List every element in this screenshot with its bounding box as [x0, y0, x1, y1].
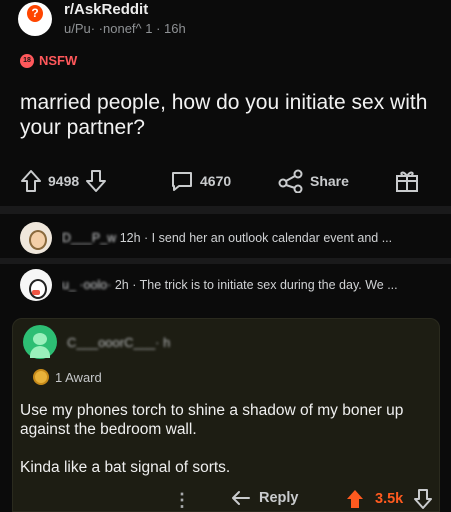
share-button[interactable]: Share — [278, 166, 349, 196]
comment-time: 12h — [119, 231, 141, 245]
comment-username[interactable]: C___ooorC___· h — [67, 335, 170, 350]
comment-action-bar: ⋮ Reply 3.5k — [13, 487, 441, 512]
subreddit-icon[interactable]: ? — [18, 2, 52, 36]
comment-preview-text: D___P_w 12h · I send her an outlook cale… — [62, 231, 392, 245]
divider — [0, 258, 451, 264]
share-icon — [278, 169, 303, 193]
award-badge[interactable]: 1 Award — [33, 369, 102, 385]
post-action-bar: 9498 4670 Share — [20, 166, 430, 196]
upvote-filled-icon[interactable] — [345, 488, 365, 510]
comments-button[interactable]: 4670 — [170, 166, 231, 196]
avatar[interactable] — [23, 325, 57, 359]
nsfw-label: NSFW — [39, 53, 78, 68]
downvote-icon[interactable] — [413, 488, 433, 510]
comment-count: 4670 — [200, 173, 232, 189]
more-options-icon[interactable]: ⋮ — [173, 490, 191, 511]
comment-score: 3.5k — [375, 491, 404, 507]
downvote-icon[interactable] — [85, 169, 107, 193]
nsfw-tag: 18 NSFW — [20, 53, 77, 68]
comment-time: 2h — [114, 278, 129, 292]
author-meta: u/Pu· ·nonef^ 1 · 16h — [64, 21, 186, 36]
upvote-count: 9498 — [48, 173, 80, 189]
award-icon — [33, 369, 49, 385]
comment-preview-row[interactable]: u_ ·oolo· 2h · The trick is to initiate … — [20, 267, 440, 303]
comment-username: D___P_w — [62, 231, 117, 245]
separator: · — [132, 278, 140, 292]
comment-preview-row[interactable]: D___P_w 12h · I send her an outlook cale… — [20, 220, 440, 256]
post-title: married people, how do you initiate sex … — [20, 91, 428, 140]
award-label: 1 Award — [55, 369, 102, 385]
nsfw-icon: 18 — [20, 53, 34, 68]
reply-button[interactable]: Reply — [231, 489, 299, 507]
award-button[interactable] — [394, 166, 420, 196]
focused-comment: C___ooorC___· h 1 Award Use my phones to… — [12, 318, 440, 512]
upvote-icon[interactable] — [20, 169, 42, 193]
comment-username: u_ ·oolo· — [62, 278, 112, 292]
comment-preview: The trick is to initiate sex during the … — [139, 278, 398, 292]
subreddit-name[interactable]: r/AskReddit — [64, 1, 148, 18]
comment-bubble-icon — [172, 172, 192, 191]
avatar — [20, 222, 52, 254]
comment-preview-text: u_ ·oolo· 2h · The trick is to initiate … — [62, 278, 398, 292]
avatar — [20, 269, 52, 301]
comment-body-paragraph: Use my phones torch to shine a shadow of… — [20, 402, 404, 439]
reply-arrow-icon — [232, 491, 250, 505]
comment-body-paragraph: Kinda like a bat signal of sorts. — [20, 459, 231, 476]
comment-preview: I send her an outlook calendar event and… — [151, 231, 393, 245]
separator: · — [144, 231, 152, 245]
reply-label: Reply — [259, 490, 299, 506]
comment-vote-group: 3.5k — [345, 488, 433, 510]
question-mark-icon: ? — [27, 5, 43, 22]
vote-group: 9498 — [20, 166, 107, 196]
gift-icon — [396, 171, 418, 192]
divider — [0, 206, 451, 214]
post-header: ? r/AskReddit u/Pu· ·nonef^ 1 · 16h — [18, 0, 438, 42]
share-label: Share — [310, 173, 349, 189]
